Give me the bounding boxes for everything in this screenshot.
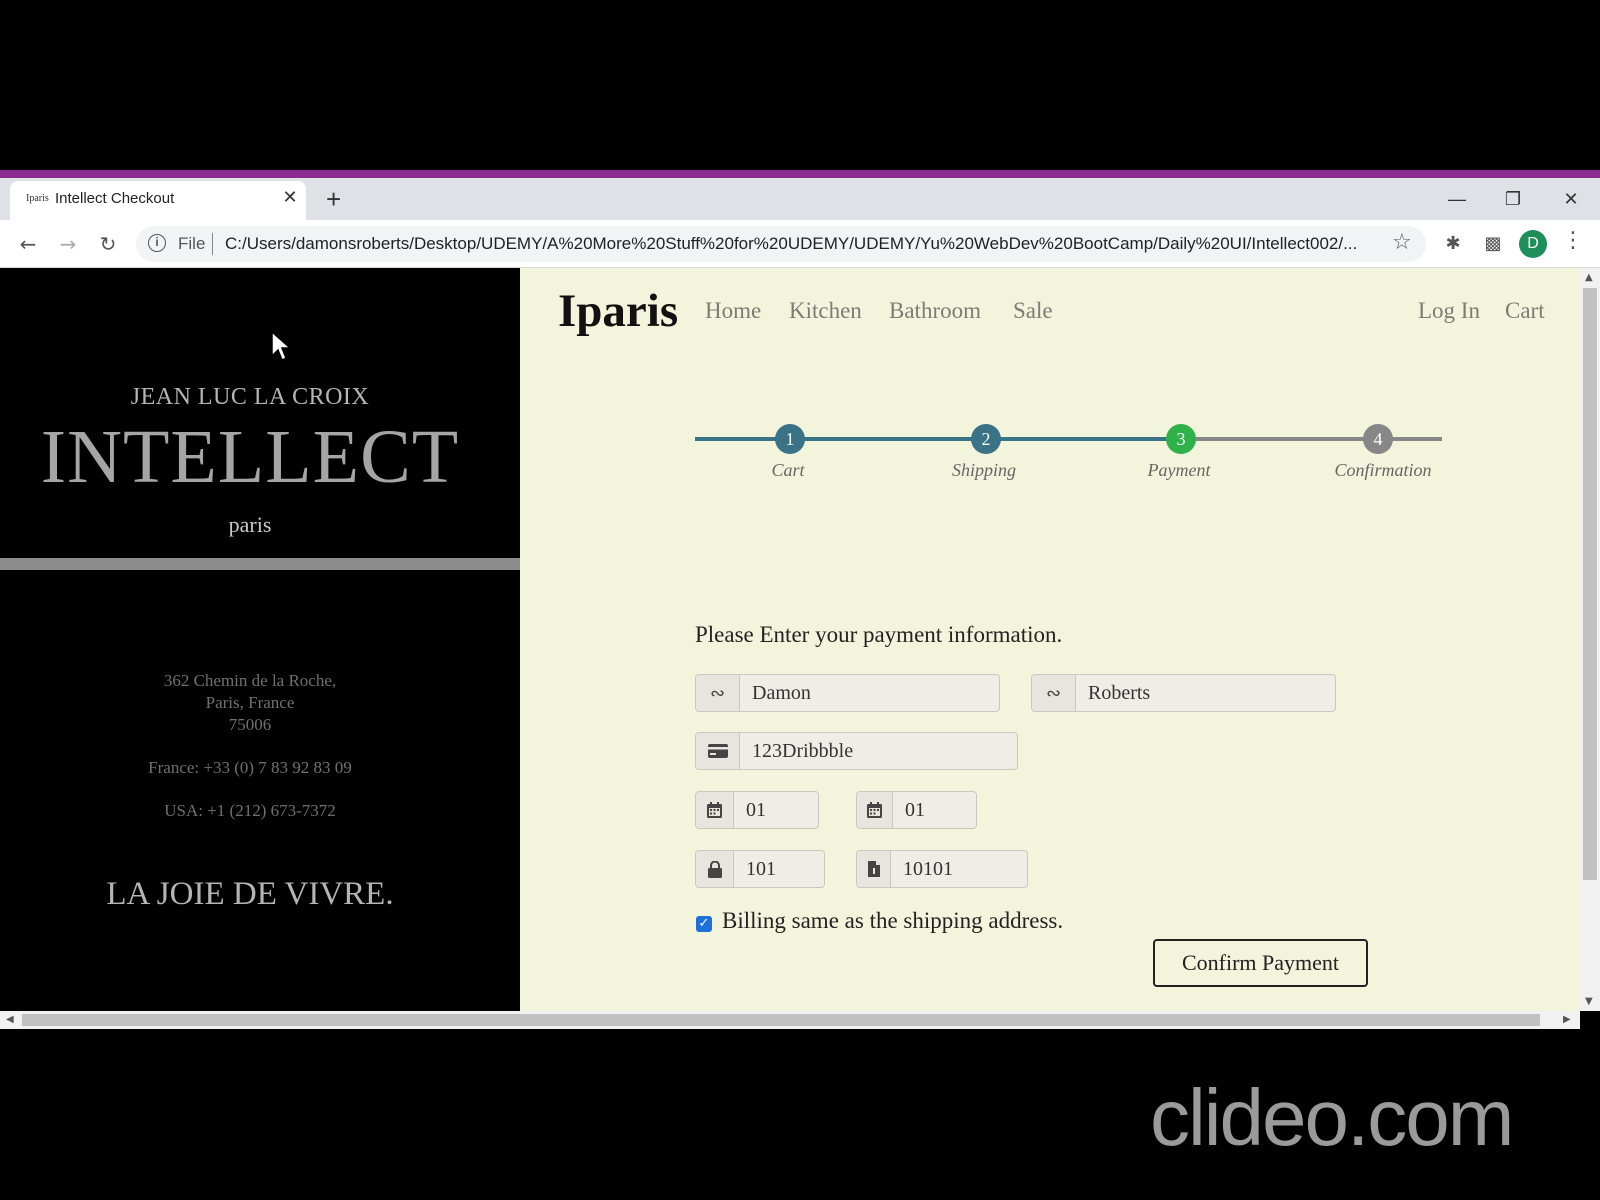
phone-usa: USA: +1 (212) 673-7372 [164, 801, 336, 820]
scroll-left-arrow-icon[interactable]: ◀ [6, 1014, 14, 1025]
invoice-icon [857, 851, 891, 887]
exp-year-value[interactable]: 01 [893, 792, 976, 828]
step-3-dot: 3 [1166, 424, 1196, 454]
zip-field[interactable]: 10101 [856, 850, 1028, 888]
nav-login[interactable]: Log In [1418, 298, 1480, 324]
puzzle-extensions-icon[interactable]: ▩ [1479, 230, 1507, 258]
step-4-label: Confirmation [1334, 460, 1432, 480]
close-tab-icon[interactable]: ✕ [280, 187, 300, 208]
vertical-scroll-thumb[interactable] [1583, 288, 1597, 880]
nav-bathroom[interactable]: Bathroom [889, 298, 981, 324]
mouse-cursor-icon [271, 330, 292, 362]
payment-prompt: Please Enter your payment information. [695, 622, 1063, 647]
bookmark-star-icon[interactable]: ☆ [1392, 230, 1412, 255]
restore-icon[interactable]: ❐ [1490, 184, 1536, 214]
scroll-down-arrow-icon[interactable]: ▼ [1585, 996, 1593, 1007]
video-watermark: clideo.com [1150, 1073, 1514, 1162]
nav-cart[interactable]: Cart [1505, 298, 1545, 324]
lock-icon [696, 851, 734, 887]
reload-icon[interactable]: ↻ [92, 228, 124, 260]
step-2-label: Shipping [951, 460, 1016, 480]
url-separator [212, 233, 213, 255]
url-scheme: File [178, 234, 206, 253]
step-1-label: Cart [771, 460, 805, 480]
close-window-icon[interactable]: ✕ [1548, 184, 1594, 214]
address-line-1: 362 Chemin de la Roche, [163, 671, 337, 690]
exp-month-field[interactable]: 01 [695, 791, 819, 829]
window-accent-strip [0, 170, 1600, 178]
tab-favicon: Iparis [26, 193, 49, 204]
brand-kicker: JEAN LUC LA CROIX [130, 384, 370, 410]
billing-same-checkbox[interactable]: ✓ [696, 916, 712, 932]
brand-city: paris [228, 512, 272, 537]
billing-same-label: Billing same as the shipping address. [722, 908, 1064, 933]
nav-kitchen[interactable]: Kitchen [789, 298, 862, 324]
bug-extension-icon[interactable]: ✱ [1439, 230, 1467, 258]
tab-title: Intellect Checkout [55, 190, 175, 207]
exp-month-value[interactable]: 01 [734, 792, 818, 828]
progress-line-complete [695, 437, 1181, 441]
address-bar[interactable]: i File C:/Users/damonsroberts/Desktop/UD… [136, 226, 1426, 262]
step-4-dot: 4 [1363, 424, 1393, 454]
progress-line-remaining [1181, 437, 1442, 441]
brand-name: INTELLECT [40, 415, 460, 499]
info-icon[interactable]: i [148, 234, 166, 252]
confirm-payment-button[interactable]: Confirm Payment [1153, 939, 1368, 987]
credit-card-icon [696, 733, 740, 769]
signature-icon: ∾ [696, 675, 740, 711]
nav-home[interactable]: Home [705, 298, 761, 324]
last-name-field[interactable]: ∾ Roberts [1031, 674, 1336, 712]
card-number-value[interactable]: 123Dribbble [740, 733, 1017, 769]
exp-year-field[interactable]: 01 [856, 791, 977, 829]
address-line-2: Paris, France [205, 693, 295, 712]
forward-icon[interactable]: → [52, 228, 84, 260]
site-logo[interactable]: Iparis [558, 284, 678, 338]
card-number-field[interactable]: 123Dribbble [695, 732, 1018, 770]
step-1-dot: 1 [775, 424, 805, 454]
horizontal-scroll-thumb[interactable] [22, 1014, 1540, 1026]
first-name-field[interactable]: ∾ Damon [695, 674, 1000, 712]
signature-icon: ∾ [1032, 675, 1076, 711]
zip-value[interactable]: 10101 [891, 851, 1027, 887]
step-3-label: Payment [1147, 460, 1211, 480]
minimize-icon[interactable]: — [1434, 184, 1480, 214]
back-icon[interactable]: ← [12, 228, 44, 260]
tab-intellect-checkout[interactable]: Iparis Intellect Checkout ✕ [10, 181, 306, 220]
menu-dots-icon[interactable]: ⋮ [1562, 228, 1584, 253]
scroll-up-arrow-icon[interactable]: ▲ [1585, 272, 1593, 283]
nav-sale[interactable]: Sale [1013, 298, 1053, 324]
new-tab-icon[interactable]: + [326, 184, 341, 214]
scroll-right-arrow-icon[interactable]: ▶ [1563, 1014, 1571, 1025]
brand-divider [0, 558, 520, 570]
phone-france: France: +33 (0) 7 83 92 83 09 [148, 758, 352, 777]
last-name-value[interactable]: Roberts [1076, 675, 1335, 711]
step-2-dot: 2 [971, 424, 1001, 454]
url-text[interactable]: C:/Users/damonsroberts/Desktop/UDEMY/A%2… [225, 234, 1375, 254]
cvv-field[interactable]: 101 [695, 850, 825, 888]
brand-motto: LA JOIE DE VIVRE. [106, 876, 394, 912]
cvv-value[interactable]: 101 [734, 851, 824, 887]
first-name-value[interactable]: Damon [740, 675, 999, 711]
calendar-icon [696, 792, 734, 828]
calendar-icon [857, 792, 893, 828]
profile-avatar[interactable]: D [1519, 230, 1547, 258]
address-line-3: 75006 [228, 715, 272, 734]
